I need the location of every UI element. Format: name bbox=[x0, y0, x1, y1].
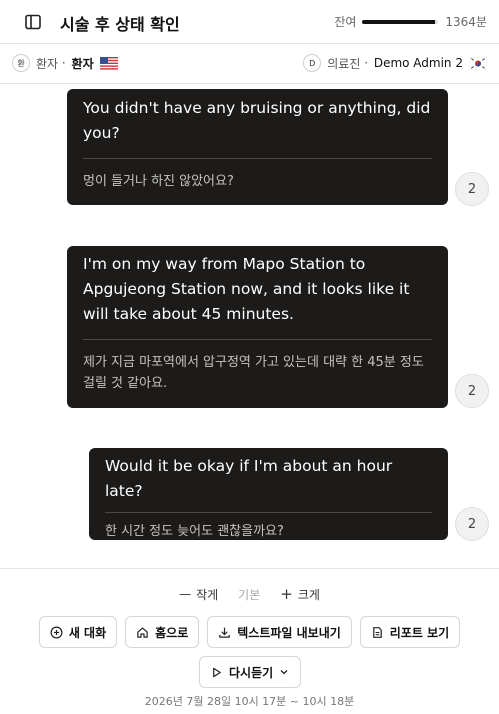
replay-button[interactable]: 다시듣기 bbox=[199, 656, 301, 688]
action-buttons: 새 대화 홈으로 텍스트파일 내보내기 리포트 보기 bbox=[0, 616, 499, 648]
patient-role: 환자 bbox=[36, 56, 59, 71]
font-size-small-button[interactable]: — 작게 bbox=[179, 585, 218, 603]
message-translation-text: 한 시간 정도 늦어도 괜찮을까요? bbox=[105, 524, 284, 539]
font-size-controls: — 작게 기본 + 크게 bbox=[0, 585, 499, 603]
message-bubble: Would it be okay if I'm about an hour la… bbox=[89, 448, 448, 540]
footer: — 작게 기본 + 크게 새 대화 홈으로 텍스트파일 내보내기 리포트 보기 bbox=[0, 568, 499, 714]
message-count-badge[interactable]: 2 bbox=[455, 507, 489, 541]
remaining-progress-fill bbox=[362, 19, 436, 24]
message-divider bbox=[83, 158, 432, 159]
patient-name: 환자 bbox=[71, 56, 94, 71]
plus-circle-icon bbox=[50, 626, 63, 638]
chevron-down-icon bbox=[280, 670, 288, 675]
us-flag-icon bbox=[99, 56, 118, 70]
export-text-button[interactable]: 텍스트파일 내보내기 bbox=[207, 616, 352, 648]
home-button[interactable]: 홈으로 bbox=[125, 616, 200, 648]
remaining-time: 잔여 1364분 bbox=[334, 13, 487, 30]
home-icon bbox=[137, 626, 148, 638]
remaining-progress-bar bbox=[362, 19, 439, 24]
minus-icon: — bbox=[179, 587, 192, 601]
provider-info: D 의료진 · Demo Admin 2 bbox=[303, 54, 487, 72]
kr-flag-icon bbox=[469, 56, 487, 70]
message-bubble: You didn't have any bruising or anything… bbox=[67, 89, 448, 205]
download-icon bbox=[219, 627, 230, 638]
remaining-label: 잔여 bbox=[334, 15, 357, 29]
patient-avatar: 환 bbox=[12, 54, 30, 72]
message-source-text: Would it be okay if I'm about an hour la… bbox=[105, 457, 393, 500]
provider-name: Demo Admin 2 bbox=[373, 56, 463, 70]
remaining-value: 1364분 bbox=[445, 15, 487, 29]
message-divider bbox=[105, 512, 432, 513]
font-size-large-button[interactable]: + 크게 bbox=[280, 585, 320, 603]
message-divider bbox=[83, 339, 432, 340]
document-icon bbox=[372, 626, 382, 638]
session-timestamp: 2026년 7월 28일 10시 17분 ~ 10시 18분 bbox=[144, 695, 355, 708]
message-count-badge[interactable]: 2 bbox=[455, 172, 489, 206]
message-translation-text: 제가 지금 마포역에서 압구정역 가고 있는데 대략 한 45분 정도 걸릴 것… bbox=[83, 355, 424, 391]
plus-icon: + bbox=[280, 585, 293, 603]
message-source-text: You didn't have any bruising or anything… bbox=[83, 99, 431, 142]
message-source-text: I'm on my way from Mapo Station to Apguj… bbox=[83, 255, 410, 323]
page-title: 시술 후 상태 확인 bbox=[60, 15, 180, 34]
play-icon bbox=[213, 667, 221, 677]
provider-role: 의료진 bbox=[327, 56, 361, 71]
provider-avatar: D bbox=[303, 54, 322, 72]
participants-bar: 환 환자 · 환자 D 의료진 · Demo Admin 2 bbox=[0, 44, 499, 84]
message-count-badge[interactable]: 2 bbox=[455, 374, 489, 408]
patient-info: 환 환자 · 환자 bbox=[12, 54, 118, 72]
header: 시술 후 상태 확인 잔여 1364분 bbox=[0, 0, 499, 44]
sidebar-toggle-icon[interactable] bbox=[24, 13, 42, 31]
new-chat-button[interactable]: 새 대화 bbox=[38, 616, 118, 648]
view-report-button[interactable]: 리포트 보기 bbox=[359, 616, 461, 648]
font-size-default-button[interactable]: 기본 bbox=[238, 585, 260, 603]
message-translation-text: 멍이 들거나 하진 않았어요? bbox=[83, 174, 234, 189]
message-bubble: I'm on my way from Mapo Station to Apguj… bbox=[67, 246, 448, 408]
